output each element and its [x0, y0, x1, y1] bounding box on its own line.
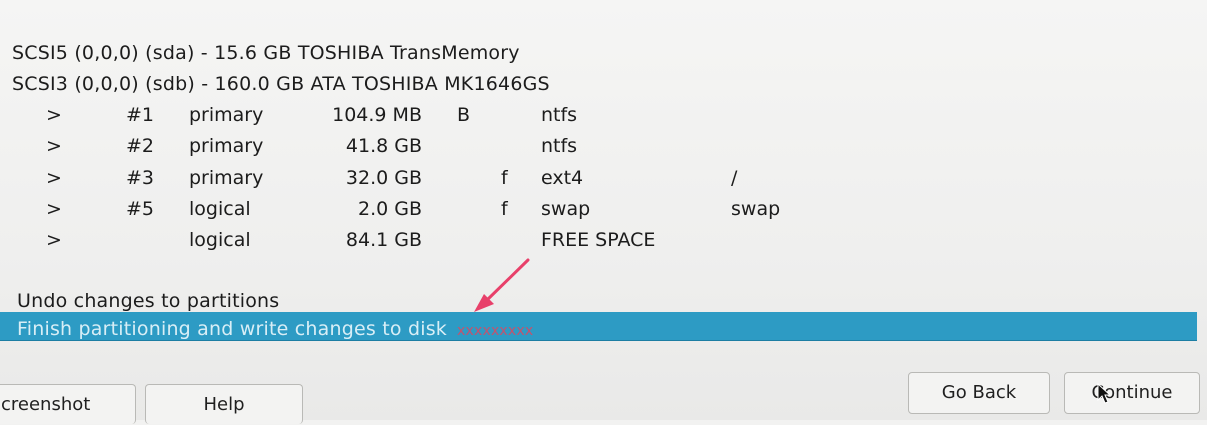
expand-arrow: >: [46, 104, 62, 126]
partition-type: logical: [189, 229, 251, 251]
partitioner-screen: SCSI5 (0,0,0) (sda) - 15.6 GB TOSHIBA Tr…: [0, 0, 1207, 424]
expand-arrow: >: [46, 135, 62, 157]
partition-type: primary: [189, 104, 264, 126]
partition-size: 84.1 GB: [345, 229, 422, 251]
partition-size: 32.0 GB: [345, 167, 422, 189]
partition-row[interactable]: > logical 84.1 GB FREE SPACE: [0, 229, 1207, 259]
partition-size: 41.8 GB: [345, 135, 422, 157]
partition-number: #5: [126, 198, 155, 220]
expand-arrow: >: [46, 229, 62, 251]
filesystem: ntfs: [541, 135, 578, 157]
expand-arrow: >: [46, 167, 62, 189]
obscured-text: xxxxxxxxx: [457, 323, 534, 339]
partition-type: logical: [189, 198, 251, 220]
finish-partitioning-label: Finish partitioning and write changes to…: [17, 318, 534, 340]
mount-point: /: [731, 167, 738, 189]
partition-row[interactable]: > #3 primary 32.0 GB f ext4 /: [0, 167, 1207, 197]
mount-point: swap: [731, 198, 781, 220]
filesystem: swap: [541, 198, 591, 220]
screenshot-button[interactable]: creenshot: [0, 384, 136, 424]
format-flag: f: [501, 167, 508, 189]
partition-size: 104.9 MB: [332, 104, 422, 126]
go-back-button[interactable]: Go Back: [908, 372, 1050, 414]
expand-arrow: >: [46, 198, 62, 220]
filesystem: FREE SPACE: [541, 229, 656, 251]
partition-row[interactable]: > #5 logical 2.0 GB f swap swap: [0, 198, 1207, 228]
format-flag: f: [501, 198, 508, 220]
disk-sdb[interactable]: SCSI3 (0,0,0) (sdb) - 160.0 GB ATA TOSHI…: [12, 73, 550, 95]
help-button[interactable]: Help: [145, 384, 303, 424]
partition-row[interactable]: > #1 primary 104.9 MB B ntfs: [0, 104, 1207, 134]
boot-flag: B: [457, 104, 471, 126]
partition-type: primary: [189, 135, 264, 157]
disk-sda[interactable]: SCSI5 (0,0,0) (sda) - 15.6 GB TOSHIBA Tr…: [12, 42, 520, 64]
partition-type: primary: [189, 167, 264, 189]
partition-size: 2.0 GB: [357, 198, 422, 220]
partition-number: #1: [126, 104, 155, 126]
filesystem: ext4: [541, 167, 584, 189]
partition-number: #2: [126, 135, 155, 157]
filesystem: ntfs: [541, 104, 578, 126]
partition-number: #3: [126, 167, 155, 189]
finish-partitioning-item[interactable]: Finish partitioning and write changes to…: [0, 312, 1197, 341]
continue-button[interactable]: Continue: [1064, 372, 1200, 414]
undo-changes-item[interactable]: Undo changes to partitions: [17, 290, 279, 312]
partition-row[interactable]: > #2 primary 41.8 GB ntfs: [0, 135, 1207, 165]
